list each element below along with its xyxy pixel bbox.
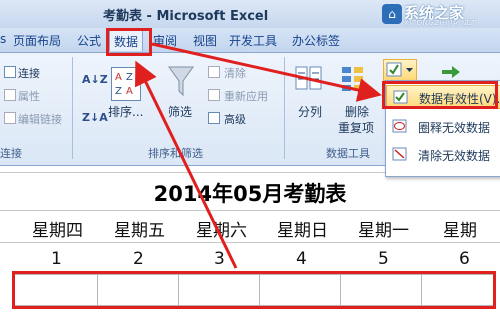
annotation-arrows <box>135 42 382 269</box>
arrow-data-tab-to-validation <box>151 42 382 102</box>
arrow-range-to-data-tab <box>135 60 238 269</box>
